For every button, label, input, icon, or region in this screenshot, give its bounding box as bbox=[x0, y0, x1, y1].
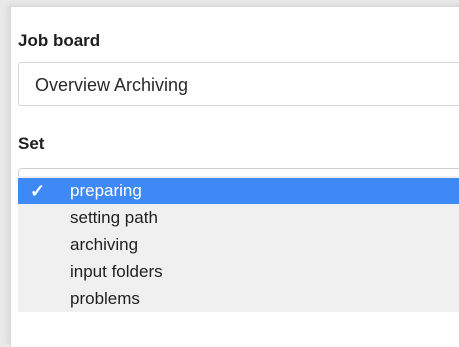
set-dropdown-menu: ✓ preparing setting path archiving input… bbox=[18, 176, 459, 312]
option-label: setting path bbox=[70, 208, 158, 227]
option-label: preparing bbox=[70, 181, 142, 200]
job-board-field[interactable]: Overview Archiving bbox=[18, 62, 459, 106]
option-label: input folders bbox=[70, 262, 163, 281]
option-problems[interactable]: problems bbox=[18, 285, 459, 312]
job-board-label: Job board bbox=[18, 31, 101, 50]
option-preparing[interactable]: ✓ preparing bbox=[18, 178, 459, 204]
checkmark-icon: ✓ bbox=[30, 181, 46, 201]
option-setting-path[interactable]: setting path bbox=[18, 204, 459, 231]
option-label: problems bbox=[70, 289, 140, 308]
option-archiving[interactable]: archiving bbox=[18, 231, 459, 258]
set-label: Set bbox=[18, 134, 45, 153]
option-input-folders[interactable]: input folders bbox=[18, 258, 459, 285]
job-board-value: Overview Archiving bbox=[35, 75, 189, 95]
option-label: archiving bbox=[70, 235, 139, 254]
